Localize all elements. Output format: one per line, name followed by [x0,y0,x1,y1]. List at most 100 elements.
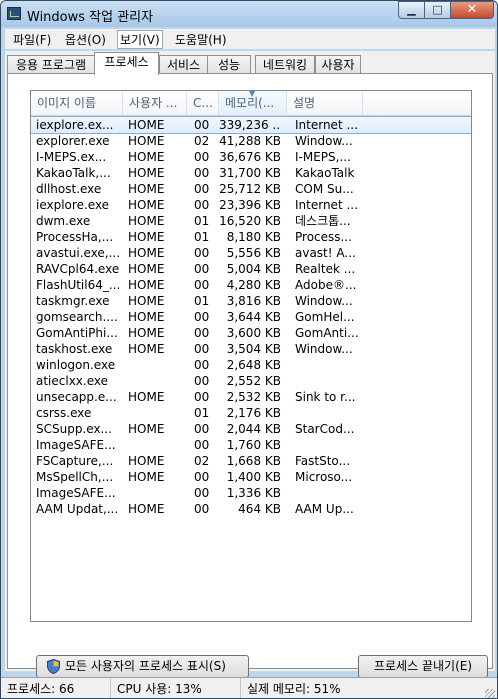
end-process-button[interactable]: 프로세스 끝내기(E) [358,655,488,678]
show-all-users-button[interactable]: 모든 사용자의 프로세스 표시(S) [36,655,249,678]
process-cpu: 00 [194,422,210,436]
process-memory: 3,816 KB [226,294,281,308]
resize-grip-icon[interactable] [485,689,495,698]
process-user: HOME [128,326,165,340]
process-cpu: 00 [194,390,210,404]
table-row[interactable]: atieclxx.exe 00 2,552 KB [31,373,471,389]
table-row[interactable]: ProcessHa,... HOME 01 8,180 KB Process... [31,229,471,245]
table-row[interactable]: ImageSAFE... 00 1,336 KB [31,485,471,501]
table-row[interactable]: winlogon.exe 00 2,648 KB [31,357,471,373]
process-list[interactable]: 이미지 이름 사용자 ... C... ▼ 메모리(... 설명 iexplor… [30,90,472,622]
process-cpu: 00 [194,278,210,292]
table-row[interactable]: FlashUtil64_... HOME 00 4,280 KB Adobe®... [31,277,471,293]
process-cpu: 01 [194,214,210,228]
process-name: iexplore.ex... [36,118,114,132]
process-cpu: 00 [194,166,210,180]
process-user [128,485,186,501]
process-user [128,357,186,373]
process-name: I-MEPS.ex... [36,150,107,164]
process-user: HOME [128,342,165,356]
process-name: GomAntiPhi... [36,326,118,340]
table-row[interactable]: explorer.exe HOME 02 41,288 KB Window... [31,133,471,149]
process-cpu: 00 [194,502,210,516]
table-row[interactable]: dwm.exe HOME 01 16,520 KB 데스크톱... [31,213,471,229]
process-cpu: 00 [194,198,210,212]
status-process-count: 프로세스: 66 [1,678,111,698]
process-memory: 2,648 KB [226,358,281,372]
process-description [295,357,359,373]
column-user[interactable]: 사용자 ... [123,91,187,115]
table-row[interactable]: csrss.exe 01 2,176 KB [31,405,471,421]
process-memory: 4,280 KB [226,278,281,292]
process-name: FSCapture,... [36,454,114,468]
process-user: HOME [128,294,165,308]
process-description: 데스크톱... [295,214,351,228]
process-name: taskmgr.exe [36,294,110,308]
table-row[interactable]: iexplore.ex... HOME 00 339,236 ... Internet … [31,116,471,134]
minimize-button[interactable]: ▁ [398,1,425,19]
menu-options[interactable]: 옵션(O) [65,31,106,48]
window-title: Windows 작업 관리자 [27,10,154,25]
table-row[interactable]: MsSpellCh,... HOME 00 1,400 KB Microso... [31,469,471,485]
table-row[interactable]: FSCapture,... HOME 02 1,668 KB FastSto... [31,453,471,469]
table-row[interactable]: taskmgr.exe HOME 01 3,816 KB Window... [31,293,471,309]
table-row[interactable]: GomAntiPhi... HOME 00 3,600 KB GomAnti... [31,325,471,341]
sort-arrow-icon: ▼ [249,90,256,98]
process-cpu: 00 [194,150,210,164]
process-name: ProcessHa,... [36,230,114,244]
title-bar[interactable]: Windows 작업 관리자 ▁ □ ✕ [1,1,497,27]
process-description: Sink to r... [295,390,356,404]
tab-applications[interactable]: 응용 프로그램 [7,55,95,74]
process-user: HOME [128,134,165,148]
process-user: HOME [128,230,165,244]
tab-users[interactable]: 사용자 [315,55,361,74]
process-cpu: 00 [194,358,210,372]
process-name: FlashUtil64_... [36,278,120,292]
table-row[interactable]: AAM Updat,... HOME 00 464 KB AAM Up... [31,501,471,517]
process-description: I-MEPS,... [295,150,351,164]
main-panel: 응용 프로그램 프로세스 서비스 성능 네트워킹 사용자 이미지 이름 사용자 … [5,51,495,678]
process-name: AAM Updat,... [36,502,119,516]
process-user: HOME [128,262,165,276]
table-row[interactable]: gomsearch.... HOME 00 3,644 KB GomHel... [31,309,471,325]
process-name: RAVCpl64.exe [36,262,120,276]
table-row[interactable]: RAVCpl64.exe HOME 00 5,004 KB Realtek ... [31,261,471,277]
column-image-name[interactable]: 이미지 이름 [31,91,123,115]
menu-view[interactable]: 보기(V) [117,30,163,49]
table-row[interactable]: ImageSAFE... 00 1,760 KB [31,437,471,453]
process-name: ImageSAFE... [36,486,116,500]
table-row[interactable]: KakaoTalk,... HOME 00 31,700 KB KakaoTalk [31,165,471,181]
table-row[interactable]: I-MEPS.ex... HOME 00 36,676 KB I-MEPS,... [31,149,471,165]
processes-page: 이미지 이름 사용자 ... C... ▼ 메모리(... 설명 iexplor… [7,73,493,678]
table-row[interactable]: iexplore.exe HOME 00 23,396 KB Internet ... [31,197,471,213]
process-memory: 2,532 KB [226,390,281,404]
process-user: HOME [128,198,165,212]
maximize-button[interactable]: □ [424,1,451,19]
table-row[interactable]: avastui.exe,... HOME 00 5,556 KB avast! A... [31,245,471,261]
uac-shield-icon [47,659,60,674]
table-row[interactable]: taskhost.exe HOME 00 3,504 KB Window... [31,341,471,357]
tab-services[interactable]: 서비스 [159,55,208,74]
process-name: atieclxx.exe [36,374,109,388]
process-cpu: 00 [194,342,210,356]
process-memory: 1,760 KB [226,438,281,452]
column-description[interactable]: 설명 [287,91,363,115]
process-user [128,405,186,421]
process-user: HOME [128,502,165,516]
table-row[interactable]: unsecapp.e... HOME 00 2,532 KB Sink to r... [31,389,471,405]
table-row[interactable]: SCSupp.ex... HOME 00 2,044 KB StarCod... [31,421,471,437]
process-description: Realtek ... [295,262,356,276]
close-button[interactable]: ✕ [450,1,494,19]
tab-processes[interactable]: 프로세스 [94,52,159,75]
table-row[interactable]: dllhost.exe HOME 00 25,712 KB COM Su... [31,181,471,197]
tab-networking[interactable]: 네트워킹 [255,55,315,74]
process-description [295,485,359,501]
menu-file[interactable]: 파일(F) [13,31,51,48]
tab-performance[interactable]: 성능 [207,55,251,74]
column-cpu[interactable]: C... [187,91,219,115]
menu-help[interactable]: 도움말(H) [175,31,227,48]
process-memory: 23,396 KB [219,198,281,212]
column-memory[interactable]: ▼ 메모리(... [219,91,287,115]
process-user: HOME [128,390,165,404]
process-cpu: 00 [194,262,210,276]
